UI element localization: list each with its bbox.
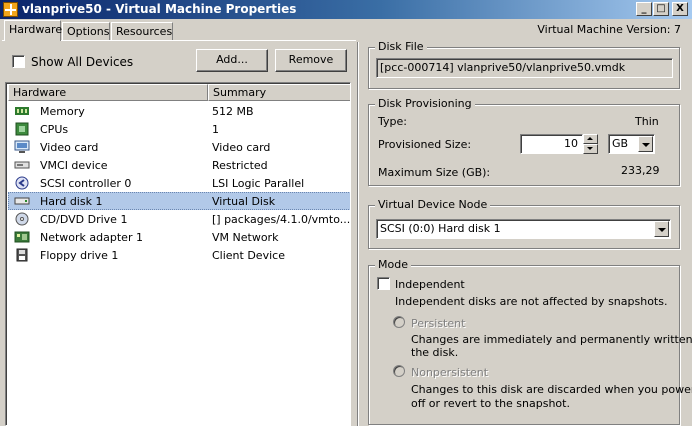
- nonpersistent-description-line1: Changes to this disk are discarded when …: [411, 383, 692, 396]
- close-button[interactable]: X: [672, 2, 688, 16]
- device-name: SCSI controller 0: [40, 177, 132, 190]
- device-summary: 512 MB: [212, 105, 254, 118]
- memory-icon: [15, 107, 29, 115]
- list-item[interactable]: Memory 512 MB: [8, 102, 350, 120]
- size-decrement-button[interactable]: [583, 144, 598, 154]
- disk-file-path-field[interactable]: [pcc-000714] vlanprive50/vlanprive50.vmd…: [376, 58, 673, 78]
- virtual-device-node-select[interactable]: SCSI (0:0) Hard disk 1: [376, 219, 671, 239]
- list-item[interactable]: VMCI device Restricted: [8, 156, 350, 174]
- network-adapter-icon: [14, 231, 30, 243]
- independent-label: Independent: [395, 278, 465, 291]
- tab-options[interactable]: Options: [62, 22, 110, 40]
- title-bar[interactable]: vlanprive50 - Virtual Machine Properties…: [0, 0, 692, 19]
- type-value: Thin: [635, 115, 659, 128]
- persistent-description-line2: the disk.: [411, 346, 459, 359]
- persistent-label: Persistent: [411, 317, 466, 330]
- hardware-list[interactable]: Hardware Summary Memory 512 MB CPUs 1 Vi…: [5, 82, 351, 426]
- remove-button[interactable]: Remove: [275, 49, 347, 72]
- virtual-device-node-value: SCSI (0:0) Hard disk 1: [380, 222, 501, 235]
- column-header-hardware[interactable]: Hardware: [8, 84, 208, 101]
- device-name: CPUs: [40, 123, 69, 136]
- floppy-icon: [16, 248, 28, 262]
- virtual-device-node-group: Virtual Device Node SCSI (0:0) Hard disk…: [368, 198, 680, 249]
- device-node-dropdown-arrow-icon[interactable]: [654, 221, 669, 237]
- device-summary: VM Network: [212, 231, 279, 244]
- maximize-button[interactable]: □: [653, 2, 669, 16]
- type-label: Type:: [378, 115, 407, 128]
- list-item[interactable]: Video card Video card: [8, 138, 350, 156]
- disk-provisioning-group: Disk Provisioning Type: Thin Provisioned…: [368, 97, 680, 186]
- independent-checkbox[interactable]: [377, 277, 390, 290]
- mode-group: Mode Independent Independent disks are n…: [368, 258, 692, 425]
- provisioned-size-label: Provisioned Size:: [378, 138, 472, 151]
- nonpersistent-radio[interactable]: [393, 365, 405, 377]
- maximum-size-label: Maximum Size (GB):: [378, 166, 491, 179]
- nonpersistent-label: Nonpersistent: [411, 366, 489, 379]
- list-item[interactable]: CPUs 1: [8, 120, 350, 138]
- device-name: CD/DVD Drive 1: [40, 213, 128, 226]
- minimize-button[interactable]: _: [636, 2, 652, 16]
- show-all-devices-label: Show All Devices: [31, 55, 134, 69]
- panel-divider: [357, 42, 359, 426]
- device-name: Network adapter 1: [40, 231, 143, 244]
- cd-dvd-icon: [15, 212, 29, 226]
- device-name: Floppy drive 1: [40, 249, 119, 262]
- hard-disk-icon: [14, 197, 30, 205]
- device-summary: Virtual Disk: [212, 195, 276, 208]
- window-title: vlanprive50 - Virtual Machine Properties: [22, 2, 297, 16]
- device-summary: Video card: [212, 141, 271, 154]
- device-name: Hard disk 1: [40, 195, 103, 208]
- virtual-device-node-title: Virtual Device Node: [375, 198, 491, 211]
- column-header-summary[interactable]: Summary: [208, 84, 350, 101]
- nonpersistent-description-line2: off or revert to the snapshot.: [411, 397, 570, 410]
- show-all-devices-checkbox[interactable]: [12, 55, 25, 68]
- list-item[interactable]: Network adapter 1 VM Network: [8, 228, 350, 246]
- list-item[interactable]: CD/DVD Drive 1 [] packages/4.1.0/vmto...: [8, 210, 351, 228]
- independent-description: Independent disks are not affected by sn…: [395, 295, 668, 308]
- persistent-description-line1: Changes are immediately and permanently …: [411, 333, 692, 346]
- tab-resources[interactable]: Resources: [111, 22, 173, 40]
- disk-file-title: Disk File: [375, 40, 427, 53]
- device-summary: 1: [212, 123, 219, 136]
- list-item-selected[interactable]: Hard disk 1 Virtual Disk: [8, 192, 350, 210]
- device-summary: Client Device: [212, 249, 285, 262]
- video-card-icon: [14, 140, 30, 153]
- vmci-icon: [14, 161, 30, 169]
- provisioned-size-input[interactable]: 10: [520, 134, 583, 154]
- device-name: Memory: [40, 105, 85, 118]
- persistent-radio[interactable]: [393, 316, 405, 328]
- list-item[interactable]: Floppy drive 1 Client Device: [8, 246, 350, 264]
- disk-file-group: Disk File [pcc-000714] vlanprive50/vlanp…: [368, 40, 680, 89]
- size-unit-value: GB: [612, 137, 629, 150]
- list-item[interactable]: SCSI controller 0 LSI Logic Parallel: [8, 174, 350, 192]
- device-summary: Restricted: [212, 159, 268, 172]
- list-header: Hardware Summary: [8, 84, 350, 101]
- size-unit-select[interactable]: GB: [608, 134, 655, 154]
- scsi-icon: [15, 176, 29, 190]
- device-summary: [] packages/4.1.0/vmto...: [212, 213, 351, 226]
- add-button[interactable]: Add...: [196, 49, 268, 72]
- vsphere-app-icon: [3, 2, 18, 17]
- cpu-icon: [15, 122, 29, 136]
- maximum-size-value: 233,29: [621, 164, 660, 177]
- device-name: VMCI device: [40, 159, 108, 172]
- unit-dropdown-arrow-icon[interactable]: [638, 136, 653, 152]
- disk-provisioning-title: Disk Provisioning: [375, 97, 475, 110]
- device-summary: LSI Logic Parallel: [212, 177, 305, 190]
- size-increment-button[interactable]: [583, 134, 598, 144]
- mode-title: Mode: [375, 258, 411, 271]
- tab-hardware[interactable]: Hardware: [4, 20, 62, 41]
- device-name: Video card: [40, 141, 99, 154]
- vm-version-label: Virtual Machine Version: 7: [537, 23, 681, 36]
